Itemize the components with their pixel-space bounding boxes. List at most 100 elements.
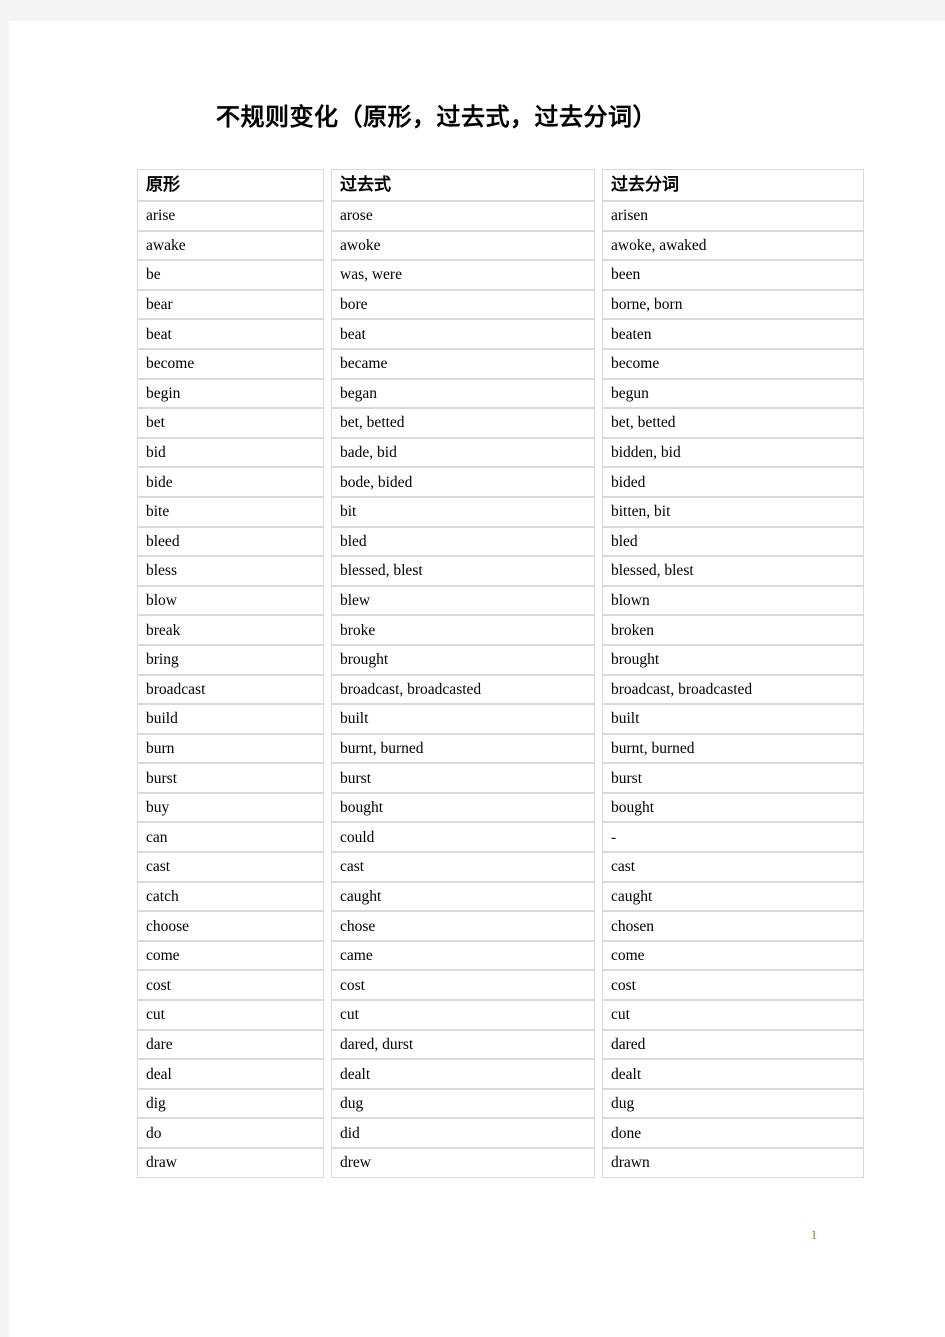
cell-past-participle: broken: [602, 615, 864, 645]
page-title: 不规则变化（原形，过去式，过去分词）: [216, 105, 657, 131]
column-gap: [595, 585, 602, 616]
column-gap: [595, 526, 602, 557]
table-body: 原形 过去式 过去分词 arise arose arisen awake awoke aw…: [137, 169, 864, 1178]
cell-past-participle: dug: [602, 1088, 864, 1119]
column-gap: [595, 408, 602, 438]
cell-past-tense: chose: [331, 911, 595, 941]
cell-past-participle: cut: [602, 1000, 864, 1030]
cell-past-participle: bitten, bit: [602, 496, 864, 527]
table-row: buy bought bought: [137, 792, 864, 823]
column-gap: [595, 378, 602, 409]
column-gap: [324, 733, 331, 764]
column-gap: [595, 1148, 602, 1178]
column-gap: [324, 378, 331, 409]
table-row: deal dealt dealt: [137, 1059, 864, 1089]
table-row: bide bode, bided bided: [137, 467, 864, 497]
table-row: cast cast cast: [137, 852, 864, 882]
table-row: come came come: [137, 940, 864, 971]
cell-base-form: choose: [137, 911, 324, 941]
column-gap: [324, 674, 331, 705]
table-row: break broke broken: [137, 615, 864, 645]
cell-base-form: broadcast: [137, 674, 324, 705]
column-gap: [324, 792, 331, 823]
cell-past-tense: became: [331, 348, 595, 379]
cell-past-participle: dealt: [602, 1059, 864, 1089]
column-gap: [595, 496, 602, 527]
column-gap: [595, 970, 602, 1001]
table-row: blow blew blown: [137, 585, 864, 616]
column-gap: [595, 940, 602, 971]
cell-past-participle: cast: [602, 852, 864, 882]
cell-base-form: cost: [137, 970, 324, 1001]
column-gap: [324, 1148, 331, 1178]
table-row: do did done: [137, 1118, 864, 1148]
column-gap: [595, 674, 602, 705]
column-gap: [595, 1029, 602, 1060]
column-gap: [324, 1059, 331, 1089]
cell-base-form: be: [137, 260, 324, 290]
cell-past-tense: beat: [331, 319, 595, 349]
column-gap: [324, 348, 331, 379]
column-gap: [595, 763, 602, 793]
cell-past-tense: brought: [331, 644, 595, 675]
column-gap: [324, 1029, 331, 1060]
cell-past-participle: bought: [602, 792, 864, 823]
table-row: dare dared, durst dared: [137, 1029, 864, 1060]
column-gap: [595, 1088, 602, 1119]
cell-past-participle: drawn: [602, 1148, 864, 1178]
cell-base-form: become: [137, 348, 324, 379]
document-page: 不规则变化（原形，过去式，过去分词） 原形 过去式 过去分词 arise aros…: [9, 21, 945, 1337]
cell-past-tense: cast: [331, 852, 595, 882]
cell-base-form: blow: [137, 585, 324, 616]
cell-past-participle: awoke, awaked: [602, 230, 864, 261]
table-row: bid bade, bid bidden, bid: [137, 437, 864, 468]
table-row: bleed bled bled: [137, 526, 864, 557]
cell-base-form: bet: [137, 408, 324, 438]
cell-base-form: break: [137, 615, 324, 645]
column-gap: [595, 615, 602, 645]
column-gap: [595, 230, 602, 261]
cell-past-tense: bled: [331, 526, 595, 557]
cell-past-tense: arose: [331, 201, 595, 231]
cell-past-tense: bore: [331, 289, 595, 320]
cell-past-tense: burnt, burned: [331, 733, 595, 764]
cell-past-participle: burst: [602, 763, 864, 793]
cell-base-form: bid: [137, 437, 324, 468]
cell-base-form: begin: [137, 378, 324, 409]
cell-base-form: cut: [137, 1000, 324, 1030]
cell-past-tense: broadcast, broadcasted: [331, 674, 595, 705]
column-gap: [595, 467, 602, 497]
table-row: bear bore borne, born: [137, 289, 864, 320]
cell-base-form: bide: [137, 467, 324, 497]
table-row: be was, were been: [137, 260, 864, 290]
cell-past-tense: bade, bid: [331, 437, 595, 468]
column-gap: [324, 230, 331, 261]
cell-past-participle: done: [602, 1118, 864, 1148]
column-gap: [324, 881, 331, 912]
table-row: burst burst burst: [137, 763, 864, 793]
cell-past-tense: dared, durst: [331, 1029, 595, 1060]
cell-base-form: burn: [137, 733, 324, 764]
cell-past-participle: become: [602, 348, 864, 379]
cell-past-participle: begun: [602, 378, 864, 409]
cell-past-tense: caught: [331, 881, 595, 912]
column-gap: [324, 940, 331, 971]
cell-past-tense: built: [331, 704, 595, 734]
cell-past-participle: bidden, bid: [602, 437, 864, 468]
column-header-past-participle: 过去分词: [602, 169, 864, 201]
cell-past-participle: beaten: [602, 319, 864, 349]
cell-base-form: buy: [137, 792, 324, 823]
column-gap: [595, 169, 602, 201]
cell-base-form: awake: [137, 230, 324, 261]
cell-base-form: deal: [137, 1059, 324, 1089]
cell-base-form: cast: [137, 852, 324, 882]
table-row: burn burnt, burned burnt, burned: [137, 733, 864, 764]
cell-base-form: bring: [137, 644, 324, 675]
column-gap: [324, 496, 331, 527]
column-gap: [324, 1000, 331, 1030]
column-gap: [595, 289, 602, 320]
column-gap: [324, 585, 331, 616]
cell-past-tense: could: [331, 822, 595, 853]
column-gap: [324, 169, 331, 201]
column-gap: [595, 792, 602, 823]
